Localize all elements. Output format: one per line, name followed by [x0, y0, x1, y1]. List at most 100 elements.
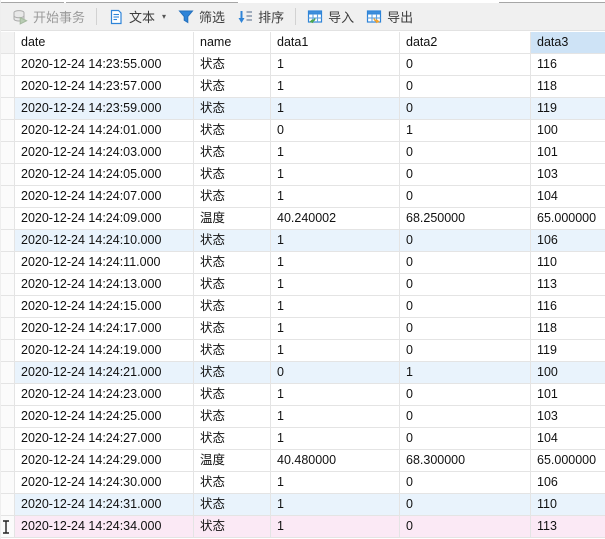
- row-selector[interactable]: [1, 296, 15, 318]
- cell-data1[interactable]: 1: [271, 274, 400, 296]
- cell-name[interactable]: 状态: [194, 142, 271, 164]
- column-header-data1[interactable]: data1: [271, 32, 400, 54]
- cell-data3[interactable]: 103: [531, 164, 605, 186]
- cell-data1[interactable]: 1: [271, 142, 400, 164]
- row-selector-header[interactable]: [1, 32, 15, 54]
- cell-data3[interactable]: 118: [531, 318, 605, 340]
- cell-name[interactable]: 状态: [194, 516, 271, 538]
- cell-data3[interactable]: 106: [531, 230, 605, 252]
- cell-data2[interactable]: 1: [400, 120, 531, 142]
- cell-data1[interactable]: 0: [271, 120, 400, 142]
- cell-name[interactable]: 状态: [194, 318, 271, 340]
- column-header-name[interactable]: name: [194, 32, 271, 54]
- row-selector[interactable]: [1, 428, 15, 450]
- cell-data3[interactable]: 110: [531, 252, 605, 274]
- cell-name[interactable]: 状态: [194, 164, 271, 186]
- row-selector[interactable]: [1, 208, 15, 230]
- cell-date[interactable]: 2020-12-24 14:24:25.000: [15, 406, 194, 428]
- cell-name[interactable]: 状态: [194, 76, 271, 98]
- cell-name[interactable]: 状态: [194, 340, 271, 362]
- cell-name[interactable]: 状态: [194, 428, 271, 450]
- row-selector[interactable]: [1, 384, 15, 406]
- cell-data1[interactable]: 1: [271, 406, 400, 428]
- row-selector[interactable]: [1, 472, 15, 494]
- row-selector[interactable]: [1, 340, 15, 362]
- cell-date[interactable]: 2020-12-24 14:24:07.000: [15, 186, 194, 208]
- cell-data2[interactable]: 0: [400, 186, 531, 208]
- cell-name[interactable]: 状态: [194, 406, 271, 428]
- cell-data1[interactable]: 1: [271, 340, 400, 362]
- chevron-down-icon[interactable]: ▾: [162, 12, 166, 21]
- cell-data1[interactable]: 1: [271, 318, 400, 340]
- cell-data1[interactable]: 1: [271, 98, 400, 120]
- cell-data3[interactable]: 106: [531, 472, 605, 494]
- cell-date[interactable]: 2020-12-24 14:23:57.000: [15, 76, 194, 98]
- row-selector[interactable]: [1, 362, 15, 384]
- cell-data3[interactable]: 119: [531, 98, 605, 120]
- row-selector[interactable]: [1, 494, 15, 516]
- cell-data3[interactable]: 113: [531, 516, 605, 538]
- cell-name[interactable]: 状态: [194, 384, 271, 406]
- cell-data2[interactable]: 0: [400, 230, 531, 252]
- row-selector[interactable]: [1, 516, 15, 538]
- cell-data3[interactable]: 101: [531, 142, 605, 164]
- cell-date[interactable]: 2020-12-24 14:24:31.000: [15, 494, 194, 516]
- cell-data3[interactable]: 101: [531, 384, 605, 406]
- cell-data2[interactable]: 0: [400, 428, 531, 450]
- cell-date[interactable]: 2020-12-24 14:24:11.000: [15, 252, 194, 274]
- row-selector[interactable]: [1, 54, 15, 76]
- cell-data1[interactable]: 40.240002: [271, 208, 400, 230]
- cell-name[interactable]: 状态: [194, 54, 271, 76]
- row-selector[interactable]: [1, 120, 15, 142]
- row-selector[interactable]: [1, 142, 15, 164]
- cell-data1[interactable]: 0: [271, 362, 400, 384]
- cell-date[interactable]: 2020-12-24 14:24:09.000: [15, 208, 194, 230]
- import-button[interactable]: 导入: [301, 4, 360, 29]
- cell-date[interactable]: 2020-12-24 14:23:55.000: [15, 54, 194, 76]
- cell-name[interactable]: 状态: [194, 98, 271, 120]
- cell-name[interactable]: 状态: [194, 252, 271, 274]
- cell-data1[interactable]: 1: [271, 54, 400, 76]
- text-view-button[interactable]: 文本 ▾: [102, 4, 172, 29]
- row-selector[interactable]: [1, 186, 15, 208]
- cell-data3[interactable]: 100: [531, 120, 605, 142]
- cell-data1[interactable]: 40.480000: [271, 450, 400, 472]
- cell-data2[interactable]: 0: [400, 54, 531, 76]
- cell-data3[interactable]: 118: [531, 76, 605, 98]
- cell-name[interactable]: 状态: [194, 362, 271, 384]
- cell-date[interactable]: 2020-12-24 14:24:03.000: [15, 142, 194, 164]
- cell-name[interactable]: 状态: [194, 230, 271, 252]
- cell-name[interactable]: 状态: [194, 494, 271, 516]
- cell-data3[interactable]: 116: [531, 54, 605, 76]
- cell-data2[interactable]: 0: [400, 98, 531, 120]
- cell-data2[interactable]: 0: [400, 252, 531, 274]
- cell-data1[interactable]: 1: [271, 472, 400, 494]
- cell-name[interactable]: 温度: [194, 450, 271, 472]
- row-selector[interactable]: [1, 450, 15, 472]
- cell-data3[interactable]: 65.000000: [531, 208, 605, 230]
- cell-date[interactable]: 2020-12-24 14:24:01.000: [15, 120, 194, 142]
- cell-data2[interactable]: 0: [400, 516, 531, 538]
- cell-data3[interactable]: 100: [531, 362, 605, 384]
- row-selector[interactable]: [1, 98, 15, 120]
- cell-data2[interactable]: 0: [400, 318, 531, 340]
- cell-data2[interactable]: 0: [400, 472, 531, 494]
- cell-data1[interactable]: 1: [271, 516, 400, 538]
- row-selector[interactable]: [1, 318, 15, 340]
- cell-data1[interactable]: 1: [271, 252, 400, 274]
- cell-name[interactable]: 状态: [194, 472, 271, 494]
- cell-date[interactable]: 2020-12-24 14:24:21.000: [15, 362, 194, 384]
- cell-data2[interactable]: 0: [400, 340, 531, 362]
- cell-data2[interactable]: 0: [400, 296, 531, 318]
- filter-button[interactable]: 筛选: [172, 4, 231, 29]
- cell-data3[interactable]: 103: [531, 406, 605, 428]
- row-selector[interactable]: [1, 164, 15, 186]
- cell-name[interactable]: 状态: [194, 186, 271, 208]
- cell-data1[interactable]: 1: [271, 384, 400, 406]
- cell-date[interactable]: 2020-12-24 14:24:30.000: [15, 472, 194, 494]
- cell-name[interactable]: 状态: [194, 296, 271, 318]
- row-selector[interactable]: [1, 252, 15, 274]
- column-header-date[interactable]: date: [15, 32, 194, 54]
- cell-data1[interactable]: 1: [271, 230, 400, 252]
- cell-data3[interactable]: 119: [531, 340, 605, 362]
